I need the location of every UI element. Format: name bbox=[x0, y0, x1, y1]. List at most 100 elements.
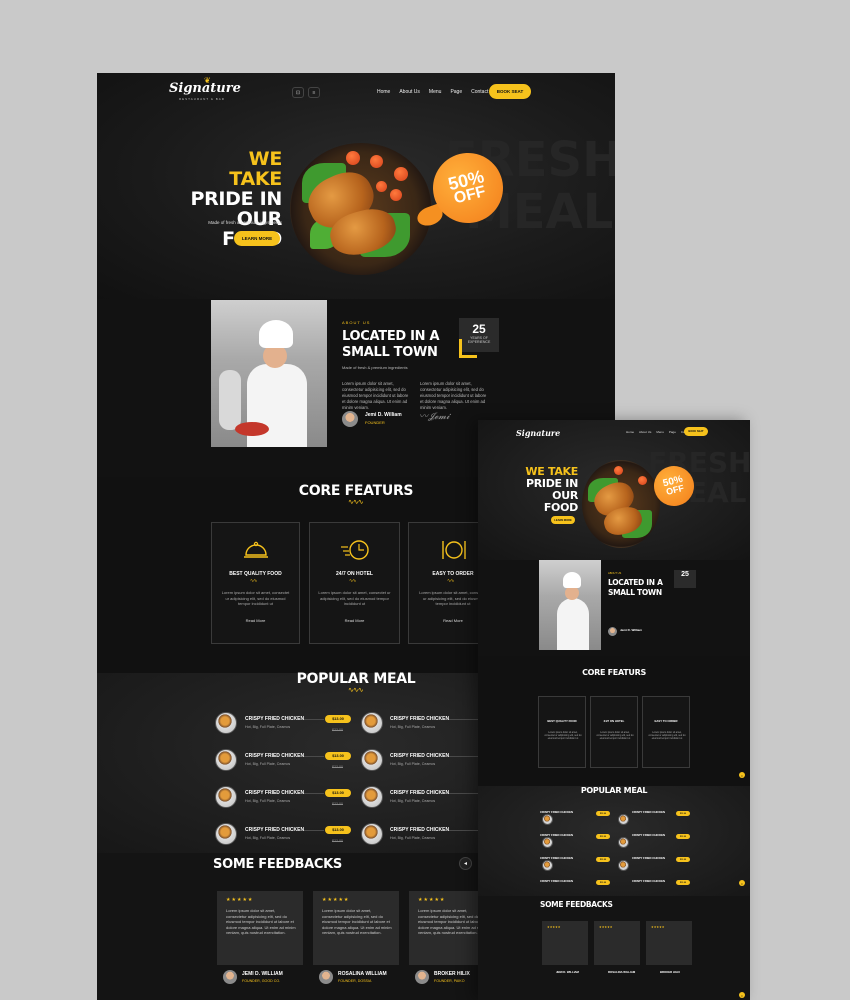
about-paragraph-2: Lorem ipsum dolor sit amet, consectetur … bbox=[420, 381, 487, 410]
nav-link-home[interactable]: Home bbox=[377, 89, 390, 95]
mini-nav-page[interactable]: Page bbox=[669, 430, 676, 434]
meal-old-price: $23.00 bbox=[332, 839, 343, 843]
founder-role: FOUNDER bbox=[365, 420, 385, 425]
mini-meal-price[interactable]: $13.00 bbox=[676, 880, 690, 885]
meal-image bbox=[361, 749, 383, 771]
main-nav: Home About Us Menu Page Contact bbox=[377, 89, 488, 95]
mini-meal-price[interactable]: $13.00 bbox=[596, 880, 610, 885]
mini-learn-button[interactable]: LEARN MORE bbox=[551, 516, 575, 524]
nav-link-about[interactable]: About Us bbox=[399, 89, 420, 95]
meal-price[interactable]: $13.00 bbox=[325, 789, 351, 797]
meal-price[interactable]: $13.00 bbox=[325, 826, 351, 834]
meal-desc: Hot, Big, Full Plate, Ceamos bbox=[245, 799, 291, 803]
meal-name: CRISPY FRIED CHICKEN bbox=[245, 716, 305, 722]
feature-read-more[interactable]: Read More bbox=[310, 618, 399, 623]
mini-feedback: SOME FEEDBACKS ★★★★★ ★★★★★ ★★★★★ JEMI D.… bbox=[478, 896, 750, 1000]
mini-meal-price[interactable]: $13.00 bbox=[676, 834, 690, 839]
chef-photo bbox=[211, 300, 327, 447]
meals-title: POPULAR MEAL bbox=[296, 671, 416, 687]
feature-card: 24/7 ON HOTEL ∿∿ Lorem ipsum dolor sit a… bbox=[309, 522, 400, 644]
learn-more-button[interactable]: LEARN MORE bbox=[234, 231, 280, 246]
feedback-text: Lorem ipsum dolor sit amet, consectetur … bbox=[226, 908, 296, 936]
meal-old-price: $23.00 bbox=[332, 728, 343, 732]
reviewer-avatar bbox=[319, 970, 333, 984]
reviewer-role: FOUNDER, PAIKO bbox=[434, 979, 465, 983]
mini-book-button[interactable]: BOOK SEAT bbox=[684, 427, 708, 436]
hero-line-1: WE TAKE bbox=[229, 148, 282, 190]
feature-text: Lorem ipsum dolor sit amet, consectet ur… bbox=[318, 590, 391, 606]
meal-desc: Hot, Big, Full Plate, Ceamos bbox=[390, 799, 436, 803]
mini-feature-title: BEST QUALITY FOOD bbox=[547, 719, 577, 723]
mini-meal-price[interactable]: $13.00 bbox=[676, 811, 690, 816]
mini-nav-home[interactable]: Home bbox=[626, 430, 634, 434]
mini-feature-title: EASY TO ORDER bbox=[654, 719, 678, 723]
book-seat-button[interactable]: BOOK SEAT bbox=[489, 84, 531, 99]
meal-old-price: $23.00 bbox=[332, 802, 343, 806]
mini-founder-name: Jemi D. William bbox=[620, 628, 642, 632]
mini-meal-image bbox=[542, 814, 553, 825]
brand-tagline: RESTAURANT & BAR bbox=[179, 97, 225, 101]
mini-reviewer-name: BROKER HILIX bbox=[660, 970, 681, 974]
meal-old-price: $23.00 bbox=[332, 765, 343, 769]
mini-nav-about[interactable]: About Us bbox=[639, 430, 651, 434]
mini-scroll-dot[interactable]: • bbox=[739, 880, 745, 886]
about-subtitle: Made of fresh & premium ingredients bbox=[342, 365, 408, 370]
mini-nav-menu[interactable]: Menu bbox=[656, 430, 664, 434]
mini-rating-stars: ★★★★★ bbox=[599, 925, 613, 929]
meal-name: CRISPY FRIED CHICKEN bbox=[390, 790, 450, 796]
meal-image bbox=[361, 786, 383, 808]
mini-meal-image bbox=[618, 837, 629, 848]
experience-label: YEARS OF EXPERIENCE bbox=[467, 336, 491, 344]
mini-meal-price[interactable]: $13.00 bbox=[596, 834, 610, 839]
mini-badge-off: OFF bbox=[665, 482, 685, 497]
mini-feedback-card: ★★★★★ bbox=[542, 921, 588, 965]
mini-meal-image bbox=[542, 837, 553, 848]
mini-about-title: LOCATED IN A SMALL TOWN bbox=[608, 578, 663, 597]
feature-title: 24/7 ON HOTEL bbox=[336, 571, 373, 577]
mini-feature-card: 24/7 ON HOTEL Lorem ipsum dolor sit amet… bbox=[590, 696, 638, 768]
hero-food-plate-image bbox=[290, 143, 432, 275]
feature-read-more[interactable]: Read More bbox=[212, 618, 299, 623]
mini-meal-price[interactable]: $13.00 bbox=[596, 857, 610, 862]
meal-image bbox=[215, 823, 237, 845]
card-divider: ∿∿ bbox=[250, 578, 257, 584]
mini-hero-heading: WE TAKE PRIDE IN OUR FOOD bbox=[522, 466, 578, 514]
slider-prev-button[interactable]: ◂ bbox=[459, 857, 472, 870]
meal-name: CRISPY FRIED CHICKEN bbox=[245, 827, 305, 833]
mini-meal-price[interactable]: $13.00 bbox=[676, 857, 690, 862]
features-title: CORE FEATURS bbox=[298, 483, 414, 499]
mini-brand-logo[interactable]: Signature bbox=[516, 428, 560, 438]
mini-experience-box: 25 bbox=[674, 570, 696, 588]
nav-link-menu[interactable]: Menu bbox=[429, 89, 442, 95]
mini-scroll-dot[interactable]: • bbox=[739, 772, 745, 778]
meal-image bbox=[215, 786, 237, 808]
mini-features-title: CORE FEATURS bbox=[582, 668, 646, 677]
signature-image: 〰𝓙𝓮𝓶𝓲 bbox=[419, 412, 450, 422]
mini-meals: POPULAR MEAL CRISPY FRIED CHICKEN CRISPY… bbox=[478, 786, 750, 896]
reviewer-role: FOUNDER, DOSSIA bbox=[338, 979, 372, 983]
meal-desc: Hot, Big, Full Plate, Ceamos bbox=[390, 762, 436, 766]
meal-desc: Hot, Big, Full Plate, Ceamos bbox=[245, 762, 291, 766]
card-divider: ∿∿ bbox=[447, 578, 454, 584]
hero-section: FRESH MEAL Signature ❦ RESTAURANT & BAR … bbox=[97, 73, 615, 299]
leader-line bbox=[449, 719, 479, 720]
secondary-page-mockup: FRESH MEAL Signature Home About Us Menu … bbox=[478, 420, 750, 1000]
meal-name: CRISPY FRIED CHICKEN bbox=[390, 753, 450, 759]
mini-features: CORE FEATURS BEST QUALITY FOOD Lorem ips… bbox=[478, 656, 750, 786]
fast-clock-icon bbox=[341, 540, 369, 560]
nav-link-page[interactable]: Page bbox=[450, 89, 462, 95]
mini-scroll-dot[interactable]: • bbox=[739, 992, 745, 998]
mini-feature-text: Lorem ipsum dolor sit amet, consectet ur… bbox=[648, 731, 686, 740]
leader-line bbox=[449, 830, 479, 831]
title-divider: ∿∿∿ bbox=[348, 687, 364, 694]
mini-meal-name: CRISPY FRIED CHICKEN bbox=[632, 833, 666, 837]
meal-price[interactable]: $13.00 bbox=[325, 752, 351, 760]
nav-link-contact[interactable]: Contact bbox=[471, 89, 488, 95]
rating-stars: ★★★★★ bbox=[226, 897, 254, 903]
meal-price[interactable]: $13.00 bbox=[325, 715, 351, 723]
menu-grid-icon[interactable]: ≡ bbox=[308, 87, 320, 98]
mini-experience-years: 25 bbox=[681, 571, 689, 578]
cart-icon[interactable]: ⊡ bbox=[292, 87, 304, 98]
mini-reviewer-name: ROSALINA WILLIAM bbox=[608, 970, 636, 974]
mini-meal-price[interactable]: $13.00 bbox=[596, 811, 610, 816]
